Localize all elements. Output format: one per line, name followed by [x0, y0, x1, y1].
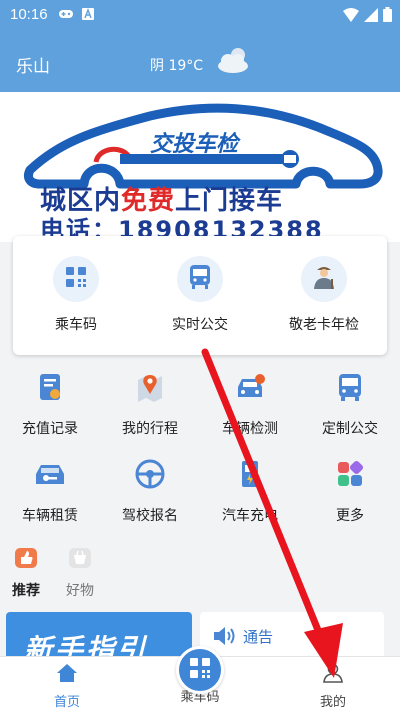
- status-bar: 10:16: [0, 0, 400, 30]
- custom-bus-icon: [336, 372, 364, 406]
- grid-driving-school[interactable]: 驾校报名: [100, 457, 200, 525]
- signal-icon: [364, 7, 378, 26]
- recharge-record-icon: [37, 372, 63, 406]
- grid-ev-charging[interactable]: 汽车充电: [200, 457, 300, 525]
- cloudy-icon: [216, 46, 250, 78]
- more-apps-icon: [336, 460, 364, 492]
- service-label: 实时公交: [172, 317, 228, 333]
- grid-recharge-record[interactable]: 充值记录: [0, 370, 100, 438]
- grid-label: 更多: [336, 508, 364, 524]
- notice-label: 通告: [243, 628, 274, 646]
- city-selector[interactable]: 乐山: [16, 52, 50, 77]
- tab-label: 推荐: [12, 583, 40, 599]
- service-realtime-bus[interactable]: 实时公交: [140, 256, 260, 334]
- user-icon: [322, 663, 344, 687]
- grid-label: 汽车充电: [222, 508, 278, 524]
- qr-code-icon: [64, 265, 88, 293]
- grid-my-trips[interactable]: 我的行程: [100, 370, 200, 438]
- grid-label: 定制公交: [322, 421, 378, 437]
- qr-code-icon: [188, 656, 212, 684]
- service-label: 敬老卡年检: [289, 317, 359, 333]
- tab-goods[interactable]: 好物: [50, 546, 110, 600]
- banner-title: 交投车检: [150, 132, 239, 157]
- ride-code-fab[interactable]: [176, 646, 224, 694]
- service-ride-code[interactable]: 乘车码: [16, 256, 136, 334]
- shop-basket-icon: [66, 548, 94, 574]
- nav-home[interactable]: 首页: [27, 663, 107, 710]
- battery-icon: [383, 7, 392, 26]
- thumbs-up-icon: [12, 548, 40, 574]
- service-senior-card[interactable]: 敬老卡年检: [264, 256, 384, 334]
- speaker-icon: [212, 625, 236, 651]
- nav-label: 我的: [319, 695, 346, 710]
- gamepad-icon: [58, 8, 74, 24]
- app-header: 乐山 阴 19°C: [0, 30, 400, 92]
- grid-label: 车辆检测: [222, 421, 278, 437]
- grid-label: 车辆租赁: [22, 508, 78, 524]
- elderly-person-icon: [311, 264, 337, 294]
- app-notification-icon: [82, 8, 94, 24]
- car-rental-icon: [33, 460, 67, 492]
- grid-custom-bus[interactable]: 定制公交: [300, 370, 400, 438]
- steering-wheel-icon: [135, 459, 165, 493]
- main-service-card: 乘车码 实时公交 敬老卡年检: [13, 236, 387, 355]
- nav-mine[interactable]: 我的: [293, 663, 373, 710]
- grid-label: 我的行程: [122, 421, 178, 437]
- notice-card[interactable]: 通告: [200, 612, 384, 662]
- home-icon: [56, 664, 78, 687]
- charging-station-icon: [237, 459, 263, 493]
- bus-icon: [188, 264, 212, 294]
- nav-label: 首页: [53, 695, 80, 710]
- map-pin-icon: [136, 372, 164, 406]
- wifi-icon: [343, 7, 359, 26]
- grid-vehicle-inspection[interactable]: 车辆检测: [200, 370, 300, 438]
- car-inspection-icon: [234, 373, 266, 405]
- grid-label: 驾校报名: [122, 508, 178, 524]
- grid-more[interactable]: 更多: [300, 457, 400, 525]
- status-time: 10:16: [10, 6, 48, 23]
- service-label: 乘车码: [55, 317, 97, 333]
- tab-recommend[interactable]: 推荐: [0, 546, 56, 600]
- grid-car-rental[interactable]: 车辆租赁: [0, 457, 100, 525]
- grid-label: 充值记录: [22, 421, 78, 437]
- weather-text: 阴 19°C: [150, 58, 204, 74]
- tab-label: 好物: [66, 583, 94, 599]
- content-tabs: 推荐 好物: [0, 540, 400, 606]
